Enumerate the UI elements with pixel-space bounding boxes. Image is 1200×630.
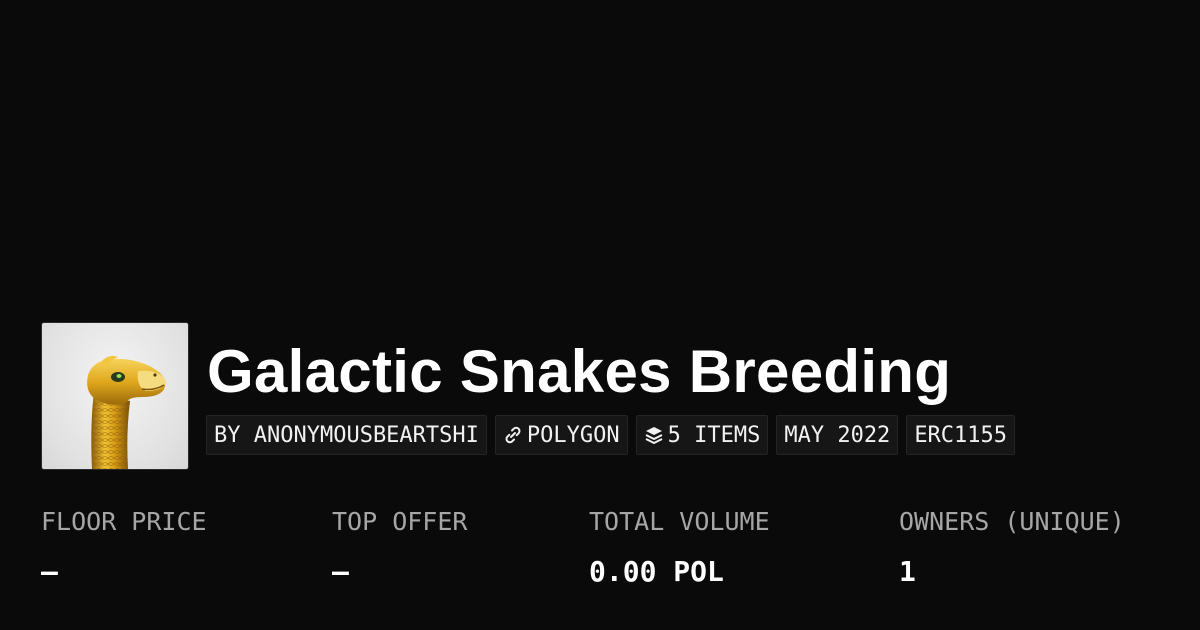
top-offer-label: TOP OFFER (332, 507, 468, 536)
chain-tag[interactable]: POLYGON (494, 415, 628, 455)
total-volume-stat: TOTAL VOLUME 0.00 POL (589, 505, 770, 589)
floor-price-stat: FLOOR PRICE — (41, 505, 207, 589)
items-tag[interactable]: 5 ITEMS (635, 415, 769, 455)
top-offer-value: — (332, 555, 349, 588)
floor-price-value: — (41, 555, 58, 588)
golden-snake-image (87, 355, 166, 469)
standard-label: ERC1155 (914, 422, 1008, 448)
link-icon (503, 425, 523, 445)
collection-stats: FLOOR PRICE — TOP OFFER — TOTAL VOLUME 0… (0, 505, 1200, 605)
total-volume-label: TOTAL VOLUME (589, 507, 770, 536)
items-label: 5 ITEMS (667, 422, 761, 448)
standard-tag: ERC1155 (906, 415, 1016, 455)
collection-avatar (41, 322, 189, 470)
layers-icon (644, 425, 664, 445)
floor-price-label: FLOOR PRICE (41, 507, 207, 536)
collection-title: Galactic Snakes Breeding (207, 338, 952, 405)
owners-value: 1 (899, 555, 916, 588)
creator-tag[interactable]: BY ANONYMOUSBEARTSHI (206, 415, 487, 455)
collection-tags: BY ANONYMOUSBEARTSHI POLYGON 5 ITEMS MAY… (206, 415, 1016, 455)
owners-stat: OWNERS (UNIQUE) 1 (899, 505, 1125, 589)
top-offer-stat: TOP OFFER — (332, 505, 467, 589)
owners-label: OWNERS (UNIQUE) (899, 507, 1125, 536)
chain-label: POLYGON (526, 422, 620, 448)
date-tag: MAY 2022 (776, 415, 899, 455)
date-label: MAY 2022 (784, 422, 891, 448)
total-volume-value: 0.00 POL (589, 555, 724, 588)
creator-label: BY ANONYMOUSBEARTSHI (214, 422, 479, 448)
